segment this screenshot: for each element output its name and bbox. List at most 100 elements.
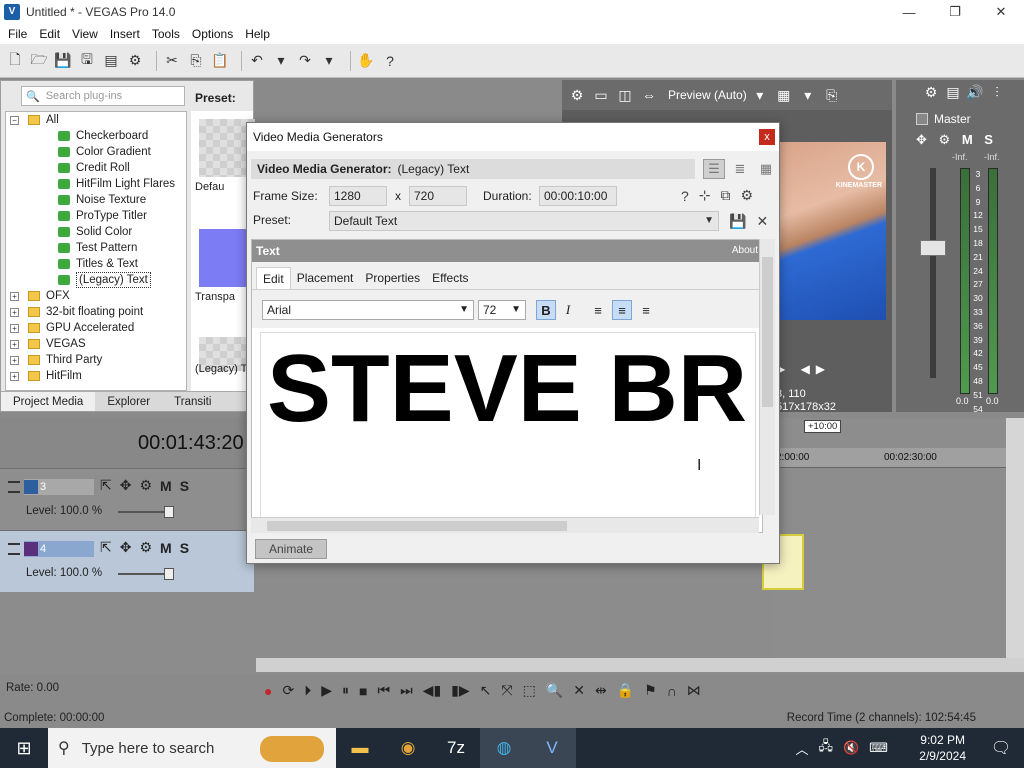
record-icon[interactable]: ●: [264, 683, 272, 699]
preview-quality-dropdown[interactable]: Preview (Auto): [668, 88, 747, 102]
zoom-tool-icon[interactable]: 🔍: [546, 682, 563, 699]
loop-playback-icon[interactable]: ⟳: [282, 682, 294, 699]
undo-dropdown-icon[interactable]: ▾: [272, 52, 290, 70]
minimize-button[interactable]: —: [886, 0, 932, 24]
plugin-tree-item[interactable]: + Third Party: [6, 352, 186, 368]
previous-frame-icon[interactable]: ◀▮: [423, 682, 441, 699]
windows-start-icon[interactable]: ⊞: [0, 728, 48, 768]
external-monitor-icon[interactable]: ▭: [592, 86, 610, 104]
menu-help[interactable]: Help: [239, 27, 276, 41]
track-pan-icon[interactable]: ✥: [120, 539, 132, 556]
chevron-down-icon[interactable]: ▾: [751, 86, 769, 104]
font-size-dropdown[interactable]: 72 ▼: [478, 300, 526, 320]
redo-dropdown-icon[interactable]: ▾: [320, 52, 338, 70]
align-left-icon[interactable]: ≡: [588, 300, 608, 320]
plugin-tree-item[interactable]: + GPU Accelerated: [6, 320, 186, 336]
font-family-dropdown[interactable]: Arial ▼: [262, 300, 474, 320]
render-icon[interactable]: ▤: [102, 52, 120, 70]
tab-placement[interactable]: Placement: [291, 267, 360, 289]
tab-effects[interactable]: Effects: [426, 267, 474, 289]
save-preset-icon[interactable]: 💾: [729, 213, 746, 230]
expand-icon[interactable]: +: [10, 292, 19, 301]
normal-edit-tool-icon[interactable]: ↖: [480, 682, 492, 699]
menu-view[interactable]: View: [66, 27, 104, 41]
keyframe-animation-icon[interactable]: ⊹: [699, 187, 711, 204]
track-minimize-icon[interactable]: [8, 481, 20, 493]
timeline-track-area[interactable]: +10:00 2:00:00 00:02:30:00: [762, 418, 1006, 658]
menu-insert[interactable]: Insert: [104, 27, 146, 41]
save-as-icon[interactable]: 🖫: [78, 51, 96, 70]
scrollbar-thumb[interactable]: [762, 257, 773, 407]
track-pan-icon[interactable]: ✥: [120, 477, 132, 494]
preview-transport-icons[interactable]: ▶ ◀▶: [776, 362, 831, 376]
whats-this-help-icon[interactable]: ?: [381, 52, 399, 70]
edge-icon[interactable]: ◍: [480, 728, 528, 768]
lock-icon[interactable]: 🔒: [617, 682, 634, 699]
speaker-icon[interactable]: 🔊: [966, 83, 984, 101]
hand-tool-icon[interactable]: ✋: [357, 52, 375, 70]
delete-preset-icon[interactable]: ✕: [756, 213, 768, 230]
play-icon[interactable]: ▶: [321, 682, 332, 699]
plugin-tree-item[interactable]: (Legacy) Text: [6, 272, 186, 288]
mute-button[interactable]: M: [160, 540, 172, 556]
animate-button[interactable]: Animate: [255, 539, 327, 559]
bus-fx-gear-icon[interactable]: ⚙: [939, 132, 955, 147]
master-fader-knob[interactable]: [920, 240, 946, 256]
view-grid-icon[interactable]: ▦: [755, 159, 777, 179]
play-from-start-icon[interactable]: ⏵: [304, 682, 311, 699]
7zip-icon[interactable]: 7z: [432, 728, 480, 768]
generator-settings-gear-icon[interactable]: ⚙: [741, 187, 754, 204]
trim-icon[interactable]: ⇹: [595, 682, 607, 699]
go-to-start-icon[interactable]: ⏮: [377, 682, 390, 699]
preview-settings-gear-icon[interactable]: ⚙: [568, 86, 586, 104]
bold-button[interactable]: B: [536, 300, 556, 320]
file-explorer-icon[interactable]: ▬: [336, 728, 384, 768]
track-minimize-icon[interactable]: [8, 543, 20, 555]
master-solo-button[interactable]: S: [984, 132, 997, 147]
keyboard-icon[interactable]: ⌨: [869, 740, 888, 756]
taskbar-clock[interactable]: 9:02 PM 2/9/2024: [919, 732, 966, 764]
plugin-tree-item[interactable]: ProType Titler: [6, 208, 186, 224]
video-track-3[interactable]: 3 ⇱ ✥ ⚙ M S Level: 100.0 %: [0, 468, 254, 530]
preview-fx-icon[interactable]: ⇔: [640, 86, 658, 104]
align-center-icon[interactable]: ≡: [612, 300, 632, 320]
maximize-button[interactable]: ❐: [932, 0, 978, 24]
view-list-icon[interactable]: ☰: [703, 159, 725, 179]
vegas-taskbar-icon[interactable]: V: [528, 728, 576, 768]
menu-options[interactable]: Options: [186, 27, 239, 41]
track-fx-gear-icon[interactable]: ⚙: [139, 539, 152, 556]
plugin-tree-item[interactable]: Credit Roll: [6, 160, 186, 176]
bus-pan-icon[interactable]: ✥: [916, 132, 931, 147]
frame-height-field[interactable]: 720: [409, 186, 467, 206]
plugin-tree-item[interactable]: Color Gradient: [6, 144, 186, 160]
taskbar-search-box[interactable]: ⚲ Type here to search: [48, 728, 336, 768]
master-mute-button[interactable]: M: [962, 132, 977, 147]
go-to-end-icon[interactable]: ⏭: [400, 682, 413, 699]
about-link[interactable]: About: [732, 240, 758, 262]
plugin-tree-item[interactable]: Noise Texture: [6, 192, 186, 208]
expand-icon[interactable]: +: [10, 324, 19, 333]
help-icon[interactable]: ?: [681, 188, 689, 204]
solo-button[interactable]: S: [180, 478, 189, 494]
master-checkbox[interactable]: [916, 113, 928, 125]
dialog-title-bar[interactable]: Video Media Generators: [247, 123, 779, 151]
expand-icon[interactable]: +: [10, 372, 19, 381]
scrollbar-thumb[interactable]: [267, 521, 567, 531]
dialog-close-button[interactable]: x: [759, 129, 775, 145]
expand-icon[interactable]: +: [10, 308, 19, 317]
time-ruler[interactable]: 2:00:00 00:02:30:00: [774, 448, 1006, 468]
pause-icon[interactable]: ⏸: [342, 682, 349, 699]
text-vertical-scrollbar[interactable]: [759, 239, 775, 515]
tab-transitions[interactable]: Transiti: [162, 392, 223, 411]
save-icon[interactable]: 💾: [54, 52, 72, 70]
tray-expand-icon[interactable]: ︿: [796, 739, 809, 758]
chrome-icon[interactable]: ◉: [384, 728, 432, 768]
plugin-tree-item[interactable]: Test Pattern: [6, 240, 186, 256]
track-fx-gear-icon[interactable]: ⚙: [139, 477, 152, 494]
plugin-tree-item[interactable]: + VEGAS: [6, 336, 186, 352]
text-content[interactable]: STEVE BR: [267, 339, 747, 439]
snapping-magnet-icon[interactable]: ∩: [667, 683, 677, 699]
plugin-tree-item[interactable]: Titles & Text: [6, 256, 186, 272]
stop-icon[interactable]: ■: [359, 683, 367, 699]
track-motion-icon[interactable]: ⇱: [100, 539, 112, 556]
